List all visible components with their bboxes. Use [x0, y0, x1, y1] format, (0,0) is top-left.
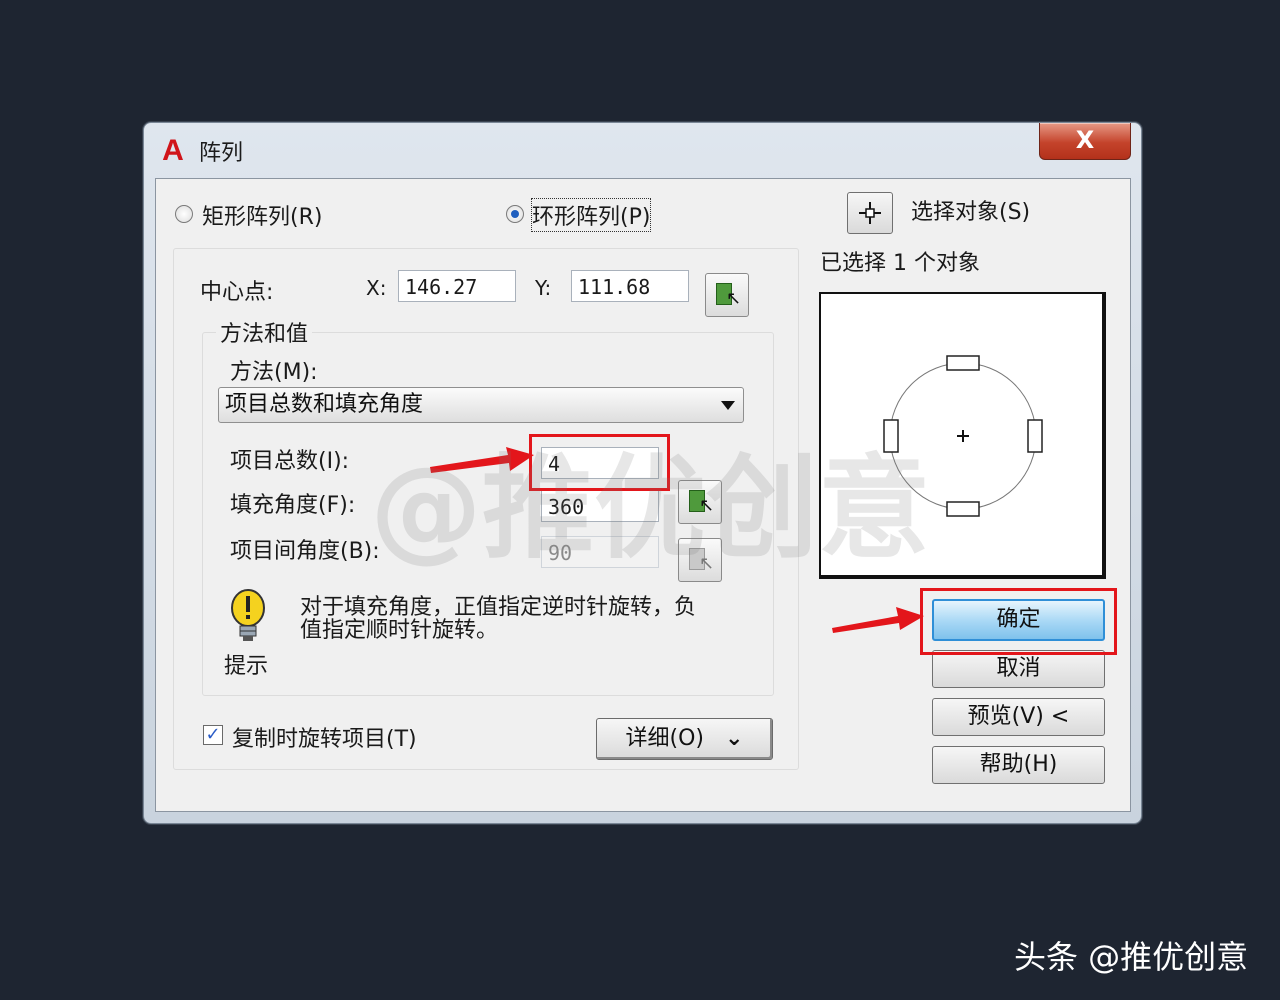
- details-label: 详细(O): [625, 726, 705, 751]
- rotate-items-label[interactable]: 复制时旋转项目(T): [232, 721, 417, 753]
- center-x-input[interactable]: 146.27: [398, 270, 516, 302]
- y-label: Y:: [535, 276, 552, 300]
- red-arrow-to-ok: [832, 607, 924, 633]
- polar-array-preview-drawing: [883, 355, 1043, 517]
- polar-array-radio[interactable]: [506, 205, 524, 223]
- crosshair-icon: [859, 202, 881, 224]
- tip-label: 提示: [224, 654, 269, 679]
- total-items-label: 项目总数(I):: [230, 449, 350, 474]
- window-title: 阵列: [199, 141, 244, 166]
- tip-text-line2: 值指定顺时针旋转。: [300, 618, 499, 643]
- close-button[interactable]: X: [1039, 123, 1131, 160]
- selected-count-text: 已选择 1 个对象: [820, 251, 980, 276]
- rect-array-label[interactable]: 矩形阵列(R): [202, 199, 322, 231]
- ok-button-highlight: [920, 588, 1117, 655]
- pick-center-point-button[interactable]: ↖: [705, 273, 749, 317]
- select-objects-button[interactable]: [847, 192, 893, 234]
- cursor-arrow-icon: ↖: [726, 288, 742, 309]
- title-bar[interactable]: A 阵列 X: [144, 123, 1141, 175]
- red-arrow-to-total-items: [430, 447, 534, 473]
- double-chevron-down-icon: ⌄: [725, 726, 744, 751]
- cancel-button[interactable]: 取消: [932, 650, 1105, 688]
- autocad-logo-icon: A: [162, 134, 184, 167]
- fill-angle-label: 填充角度(F):: [230, 493, 356, 518]
- polar-array-label[interactable]: 环形阵列(P): [530, 198, 652, 232]
- array-preview-pane: [819, 292, 1106, 579]
- pick-fill-angle-button[interactable]: ↖: [678, 480, 722, 524]
- lightbulb-icon: [231, 589, 265, 641]
- center-y-input[interactable]: 111.68: [571, 270, 689, 302]
- pick-item-angle-button[interactable]: ↖: [678, 538, 722, 582]
- method-label: 方法(M):: [230, 360, 318, 385]
- help-button[interactable]: 帮助(H): [932, 746, 1105, 784]
- chevron-down-icon: [721, 401, 735, 410]
- method-dropdown-value: 项目总数和填充角度: [225, 392, 424, 417]
- fill-angle-input[interactable]: 360: [541, 490, 659, 522]
- rotate-items-checkbox[interactable]: ✓: [203, 725, 223, 745]
- method-group-title: 方法和值: [216, 316, 313, 348]
- total-items-highlight: [529, 434, 670, 491]
- cursor-arrow-icon: ↖: [699, 553, 715, 574]
- rect-array-radio[interactable]: [175, 205, 193, 223]
- select-objects-label: 选择对象(S): [911, 200, 1031, 225]
- cursor-arrow-icon: ↖: [699, 495, 715, 516]
- center-point-label: 中心点:: [200, 280, 274, 305]
- x-label: X:: [366, 276, 387, 300]
- credit-text: 头条 @推优创意: [1014, 938, 1249, 976]
- item-angle-label: 项目间角度(B):: [230, 539, 380, 564]
- item-angle-input[interactable]: 90: [541, 536, 659, 568]
- details-button[interactable]: 详细(O) ⌄: [596, 718, 773, 760]
- method-dropdown[interactable]: 项目总数和填充角度: [218, 387, 744, 423]
- preview-button[interactable]: 预览(V) <: [932, 698, 1105, 736]
